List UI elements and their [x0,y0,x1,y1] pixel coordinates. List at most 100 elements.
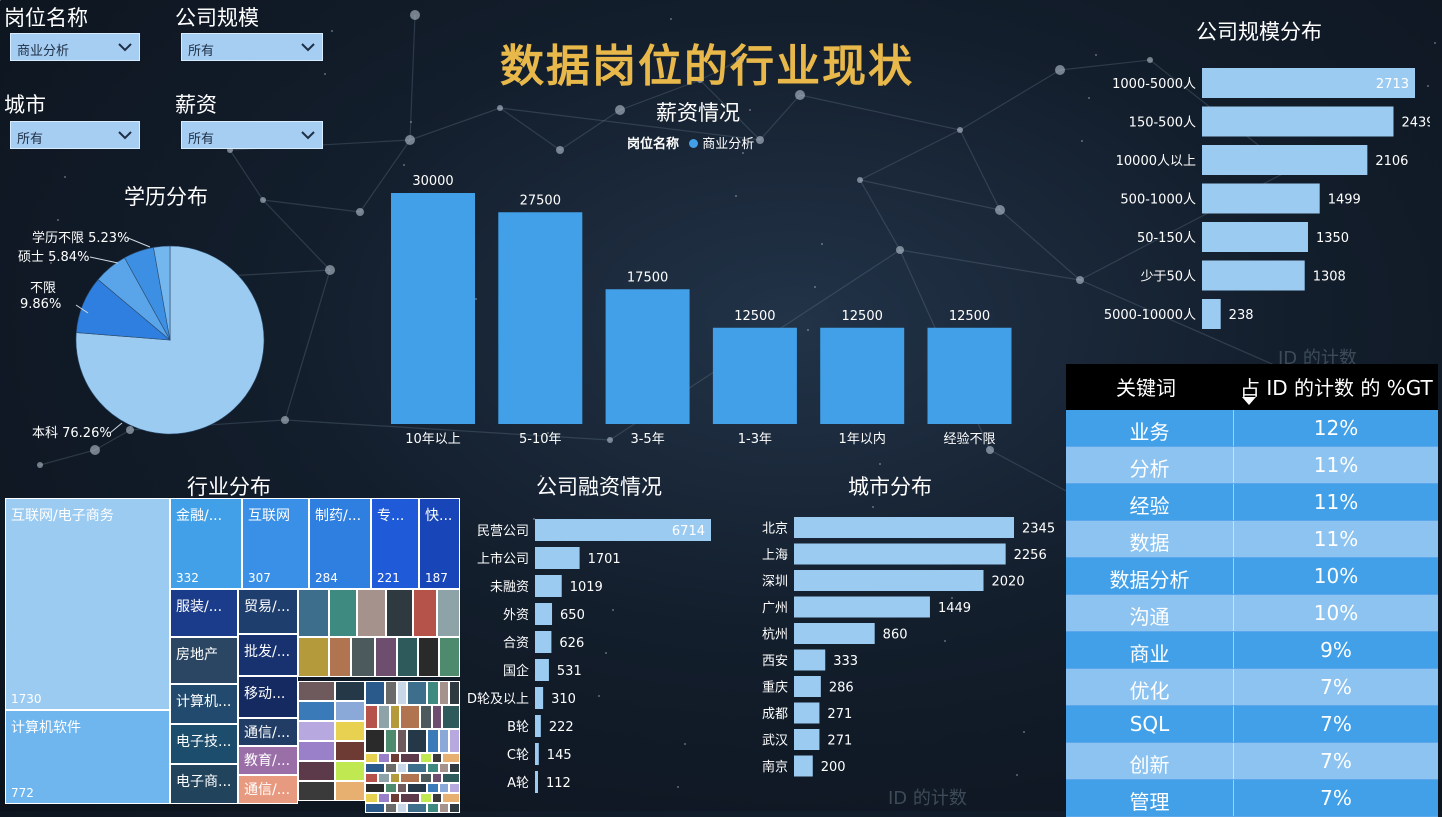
table-row[interactable]: 商业 9% [1066,632,1438,669]
treemap-tile[interactable] [365,681,385,705]
treemap-tile[interactable]: 互联网 307 [242,498,309,589]
treemap-tile[interactable] [432,705,442,729]
treemap-tile[interactable] [442,793,460,803]
treemap-tile[interactable] [378,753,390,763]
bar[interactable] [1202,260,1305,291]
table-row[interactable]: 业务 12% [1066,410,1438,447]
treemap-tile[interactable] [400,773,420,783]
treemap-tile[interactable] [335,741,365,761]
treemap-tile[interactable] [385,783,397,793]
treemap-tile[interactable] [449,763,460,773]
treemap-tile[interactable] [439,729,449,753]
city-bar-chart[interactable]: 北京 2345 上海 2256 深圳 2020 广州 1449 杭州 860 西安 333 重庆 286 成… [745,512,1065,782]
treemap-tile[interactable]: 批发/... [238,634,298,676]
table-row[interactable]: SQL 7% [1066,706,1438,743]
treemap-tile[interactable]: 电子商... [170,764,238,804]
table-row[interactable]: 优化 7% [1066,669,1438,706]
treemap-tile[interactable] [365,763,385,773]
treemap-tile[interactable] [375,637,397,677]
treemap-tile[interactable] [427,681,439,705]
treemap-tile[interactable] [400,705,420,729]
bar[interactable] [535,771,538,793]
treemap-tile[interactable]: 房地产 [170,637,238,684]
treemap-tile[interactable] [298,741,335,761]
treemap-tile[interactable] [298,781,335,801]
treemap-tile[interactable]: 专... 221 [371,498,419,589]
salary-dropdown[interactable]: 所有 [181,121,323,149]
treemap-tile[interactable] [427,803,439,813]
bar[interactable] [794,596,930,618]
bar[interactable] [794,755,813,777]
treemap-tile[interactable] [400,793,420,803]
treemap-tile[interactable] [357,589,386,637]
treemap-tile[interactable] [365,783,385,793]
treemap-tile[interactable] [365,773,378,783]
treemap-tile[interactable] [420,753,432,763]
bar[interactable] [794,676,821,697]
treemap-tile[interactable]: 计算机软件 772 [5,710,170,804]
table-row[interactable]: 沟通 10% [1066,595,1438,632]
bar[interactable] [535,603,553,625]
bar[interactable] [794,543,1006,565]
bar[interactable] [535,547,580,569]
treemap-tile[interactable] [397,783,407,793]
treemap-tile[interactable] [420,705,432,729]
treemap-tile[interactable] [329,589,357,637]
treemap-tile[interactable] [329,637,351,677]
treemap-tile[interactable]: 制药/... 284 [309,498,371,589]
treemap-tile[interactable] [335,781,365,801]
bar[interactable] [1202,222,1308,252]
treemap-tile[interactable] [407,763,427,773]
bar[interactable] [794,702,820,724]
treemap-tile[interactable]: 互联网/电子商务 1730 [5,498,170,710]
treemap-tile[interactable] [298,761,335,781]
treemap-tile[interactable] [400,753,420,763]
treemap-tile[interactable] [397,763,407,773]
treemap-tile[interactable] [397,729,407,753]
table-row[interactable]: 数据 11% [1066,521,1438,558]
treemap-tile[interactable] [298,701,335,721]
treemap-tile[interactable] [365,753,378,763]
treemap-tile[interactable] [397,803,407,813]
table-row[interactable]: 数据分析 10% [1066,558,1438,595]
treemap-tile[interactable] [298,681,335,701]
treemap-tile[interactable]: 通信/... [238,718,298,746]
table-row[interactable]: 创新 7% [1066,743,1438,780]
treemap-tile[interactable] [365,705,378,729]
treemap-tile[interactable] [442,773,460,783]
treemap-tile[interactable] [449,783,460,793]
treemap-tile[interactable] [439,681,449,705]
treemap-tile[interactable]: 移动... [238,676,298,718]
salary-bar[interactable] [391,193,475,424]
bar[interactable] [535,687,544,709]
treemap-tile[interactable] [365,803,385,813]
bar[interactable] [1202,106,1394,137]
treemap-tile[interactable] [385,729,397,753]
treemap-tile[interactable] [335,681,365,701]
treemap-tile[interactable] [442,705,460,729]
treemap-tile[interactable] [397,637,418,677]
treemap-tile[interactable] [407,803,427,813]
treemap-tile[interactable] [390,793,400,803]
bar[interactable] [1202,183,1320,214]
treemap-tile[interactable] [449,803,460,813]
treemap-tile[interactable]: 通信/... [238,775,298,804]
bar[interactable] [794,517,1014,538]
bar[interactable] [794,570,984,591]
treemap-tile[interactable] [298,637,329,677]
treemap-tile[interactable]: 快... 187 [419,498,460,589]
bar[interactable] [535,743,539,765]
treemap-tile[interactable] [407,729,427,753]
treemap-tile[interactable] [439,637,460,677]
education-pie-chart[interactable]: 本科 76.26% 不限 9.86% 硕士 5.84% 学历不限 5.23% [0,215,300,455]
treemap-tile[interactable] [449,681,460,705]
table-row[interactable]: 经验 11% [1066,484,1438,521]
treemap-tile[interactable] [439,783,449,793]
treemap-tile[interactable] [390,705,400,729]
sort-desc-icon[interactable] [1242,397,1256,405]
treemap-tile[interactable] [378,705,390,729]
treemap-tile[interactable]: 教育/... [238,746,298,775]
treemap-tile[interactable] [407,681,427,705]
treemap-tile[interactable] [390,753,400,763]
company-size-bar-chart[interactable]: 1000-5000人 2713 150-500人 2439 10000人以上 2106 50… [1090,60,1430,340]
